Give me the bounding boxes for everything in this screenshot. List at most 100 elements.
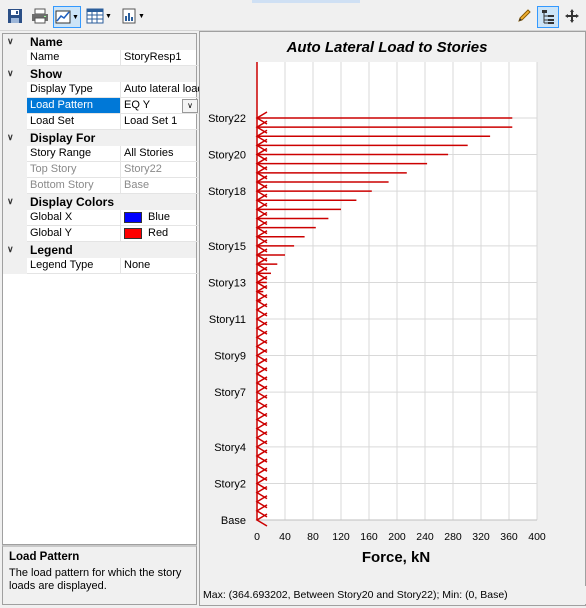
property-value: EQ Y — [124, 99, 151, 111]
tree-view-icon[interactable] — [537, 6, 559, 28]
active-tab-indicator — [252, 0, 360, 3]
property-label: Display Type — [27, 82, 120, 98]
property-description-panel: Load Pattern The load pattern for which … — [2, 545, 197, 605]
collapse-icon[interactable]: ∨ — [7, 244, 21, 256]
row-gutter — [3, 114, 27, 130]
property-value[interactable]: None — [120, 258, 200, 274]
property-label: Name — [27, 50, 120, 66]
y-tick-label: Story13 — [208, 277, 246, 289]
row-gutter — [3, 82, 27, 98]
x-tick-label: 240 — [416, 531, 434, 543]
chevron-down-icon[interactable]: ∨ — [182, 99, 198, 113]
y-tick-label: Story11 — [209, 314, 246, 326]
toolbar: ▼ ▼ ▼ — [0, 0, 586, 31]
save-icon[interactable] — [5, 6, 25, 26]
collapse-icon[interactable]: ∨ — [7, 36, 21, 48]
property-row-story-range[interactable]: Story Range All Stories — [3, 146, 200, 162]
row-gutter — [3, 50, 27, 66]
x-tick-label: 40 — [279, 531, 291, 543]
chart-title: Auto Lateral Load to Stories — [286, 39, 488, 56]
property-row-top-story: Top Story Story22 — [3, 162, 200, 178]
property-row-display-type[interactable]: Display Type Auto lateral load — [3, 82, 200, 98]
x-tick-label: 400 — [528, 531, 546, 543]
print-icon[interactable] — [29, 6, 51, 26]
move-icon[interactable] — [562, 6, 582, 26]
category-display-colors[interactable]: ∨ Display Colors — [3, 194, 196, 210]
y-tick-label: Story7 — [214, 387, 246, 399]
x-tick-label: 360 — [500, 531, 518, 543]
property-label: Load Set — [27, 114, 120, 130]
property-value: Blue — [148, 211, 171, 223]
story-load-chart[interactable]: Auto Lateral Load to Stories Base Story2 S… — [200, 32, 585, 587]
property-row-load-set[interactable]: Load Set Load Set 1 — [3, 114, 200, 130]
property-value[interactable]: All Stories — [120, 146, 200, 162]
load-pattern-select[interactable]: EQ Y ∨ — [120, 98, 200, 114]
property-row-bottom-story: Bottom Story Base — [3, 178, 200, 194]
y-tick-label: Story2 — [214, 478, 246, 490]
category-display-for[interactable]: ∨ Display For — [3, 130, 196, 146]
display-options-icon[interactable]: ▼ — [53, 6, 81, 28]
x-tick-label: 120 — [332, 531, 350, 543]
chart-panel: Auto Lateral Load to Stories Base Story2 S… — [199, 31, 586, 606]
y-tick-label: Story15 — [208, 241, 246, 253]
property-value[interactable]: StoryResp1 — [120, 50, 200, 66]
color-swatch — [124, 211, 142, 223]
row-gutter — [3, 162, 27, 178]
category-legend[interactable]: ∨ Legend — [3, 242, 196, 258]
category-show[interactable]: ∨ Show — [3, 66, 196, 82]
x-tick-label: 320 — [472, 531, 490, 543]
property-label: Legend Type — [27, 258, 120, 274]
property-row-load-pattern[interactable]: Load Pattern EQ Y ∨ — [3, 98, 200, 114]
x-tick-label: 160 — [360, 531, 378, 543]
category-label: Legend — [30, 243, 73, 257]
property-value: Story22 — [120, 162, 200, 178]
pencil-icon[interactable] — [514, 6, 534, 26]
color-swatch — [124, 227, 142, 239]
collapse-icon[interactable]: ∨ — [7, 68, 21, 80]
category-name[interactable]: ∨ Name — [3, 34, 196, 50]
category-label: Show — [30, 67, 62, 81]
y-tick-label: Story20 — [208, 150, 246, 162]
collapse-icon[interactable]: ∨ — [7, 132, 21, 144]
color-picker-global-x[interactable]: Blue — [120, 210, 200, 226]
property-value: Base — [120, 178, 200, 194]
collapse-icon[interactable]: ∨ — [7, 196, 21, 208]
description-text: The load pattern for which the story loa… — [9, 567, 182, 592]
row-gutter — [3, 258, 27, 274]
x-tick-label: 80 — [307, 531, 319, 543]
property-label: Top Story — [27, 162, 120, 178]
property-row-global-y[interactable]: Global Y Red — [3, 226, 200, 242]
property-label: Global Y — [27, 226, 120, 242]
y-tick-label: Story22 — [208, 113, 246, 125]
report-icon[interactable]: ▼ — [119, 6, 147, 26]
property-label: Story Range — [27, 146, 120, 162]
x-axis-title: Force, kN — [362, 549, 430, 566]
property-grid: ∨ Name Name StoryResp1 ∨ Show Display Ty… — [2, 33, 200, 545]
row-gutter — [3, 178, 27, 194]
status-text: Max: (364.693202, Between Story20 and St… — [203, 589, 508, 601]
property-row-name[interactable]: Name StoryResp1 — [3, 50, 200, 66]
description-title: Load Pattern — [9, 551, 80, 563]
property-label: Global X — [27, 210, 120, 226]
row-gutter — [3, 146, 27, 162]
property-value[interactable]: Load Set 1 — [120, 114, 200, 130]
row-gutter — [3, 210, 27, 226]
category-label: Display Colors — [30, 195, 115, 209]
category-label: Name — [30, 35, 63, 49]
property-row-global-x[interactable]: Global X Blue — [3, 210, 200, 226]
x-tick-label: 200 — [388, 531, 406, 543]
property-label: Load Pattern — [27, 98, 120, 114]
property-row-legend-type[interactable]: Legend Type None — [3, 258, 200, 274]
x-tick-label: 0 — [254, 531, 260, 543]
y-tick-label: Base — [221, 515, 246, 527]
x-tick-label: 280 — [444, 531, 462, 543]
table-icon[interactable]: ▼ — [84, 6, 114, 26]
property-value: Red — [148, 227, 169, 239]
row-gutter — [3, 98, 27, 114]
property-label: Bottom Story — [27, 178, 120, 194]
property-value[interactable]: Auto lateral load — [120, 82, 200, 98]
row-gutter — [3, 226, 27, 242]
color-picker-global-y[interactable]: Red — [120, 226, 200, 242]
status-bar: Max: (364.693202, Between Story20 and St… — [200, 586, 586, 604]
category-label: Display For — [30, 131, 96, 145]
